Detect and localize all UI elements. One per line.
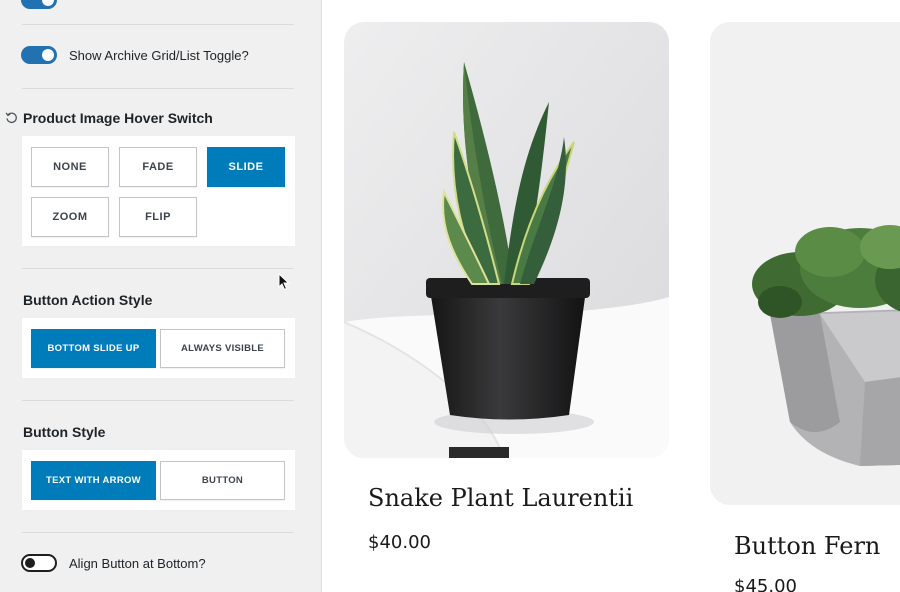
- align-button-bottom-toggle[interactable]: [21, 554, 57, 572]
- toggle-knob: [42, 0, 54, 6]
- hover-switch-title: Product Image Hover Switch: [23, 110, 213, 126]
- hover-option-none[interactable]: NONE: [31, 147, 109, 187]
- product-image-button-fern[interactable]: [710, 22, 900, 505]
- button-fern-photo: [710, 22, 900, 505]
- product-title[interactable]: Button Fern: [734, 532, 880, 560]
- action-option-always-visible[interactable]: ALWAYS VISIBLE: [160, 329, 285, 368]
- button-style-options: TEXT WITH ARROW BUTTON: [22, 450, 295, 510]
- hover-option-zoom[interactable]: ZOOM: [31, 197, 109, 237]
- toggle-knob: [25, 558, 35, 568]
- archive-grid-list-toggle-label: Show Archive Grid/List Toggle?: [69, 48, 249, 63]
- snake-plant-photo: [344, 22, 669, 458]
- product-price: $45.00: [734, 576, 797, 592]
- hover-option-flip[interactable]: FLIP: [119, 197, 197, 237]
- style-option-text-with-arrow[interactable]: TEXT WITH ARROW: [31, 461, 156, 500]
- divider: [22, 24, 294, 25]
- hover-switch-options: NONE FADE SLIDE ZOOM FLIP: [22, 136, 295, 246]
- hover-option-slide[interactable]: SLIDE: [207, 147, 285, 187]
- previous-setting-toggle[interactable]: [21, 0, 57, 9]
- divider: [22, 268, 294, 269]
- archive-grid-list-toggle[interactable]: [21, 46, 57, 64]
- divider: [22, 400, 294, 401]
- toggle-knob: [42, 49, 54, 61]
- product-title[interactable]: Snake Plant Laurentii: [368, 484, 633, 512]
- divider: [22, 88, 294, 89]
- button-style-title: Button Style: [23, 424, 106, 440]
- action-option-bottom-slide-up[interactable]: BOTTOM SLIDE UP: [31, 329, 156, 368]
- hover-option-fade[interactable]: FADE: [119, 147, 197, 187]
- mouse-cursor-icon: [278, 273, 290, 291]
- reset-icon[interactable]: [5, 111, 18, 124]
- style-option-button[interactable]: BUTTON: [160, 461, 285, 500]
- product-image-snake-plant[interactable]: [344, 22, 669, 458]
- button-action-style-title: Button Action Style: [23, 292, 153, 308]
- divider: [22, 532, 294, 533]
- button-action-options: BOTTOM SLIDE UP ALWAYS VISIBLE: [22, 318, 295, 378]
- product-price: $40.00: [368, 532, 431, 553]
- align-button-bottom-toggle-label: Align Button at Bottom?: [69, 556, 206, 571]
- customizer-panel: Show Archive Grid/List Toggle? Product I…: [0, 0, 322, 592]
